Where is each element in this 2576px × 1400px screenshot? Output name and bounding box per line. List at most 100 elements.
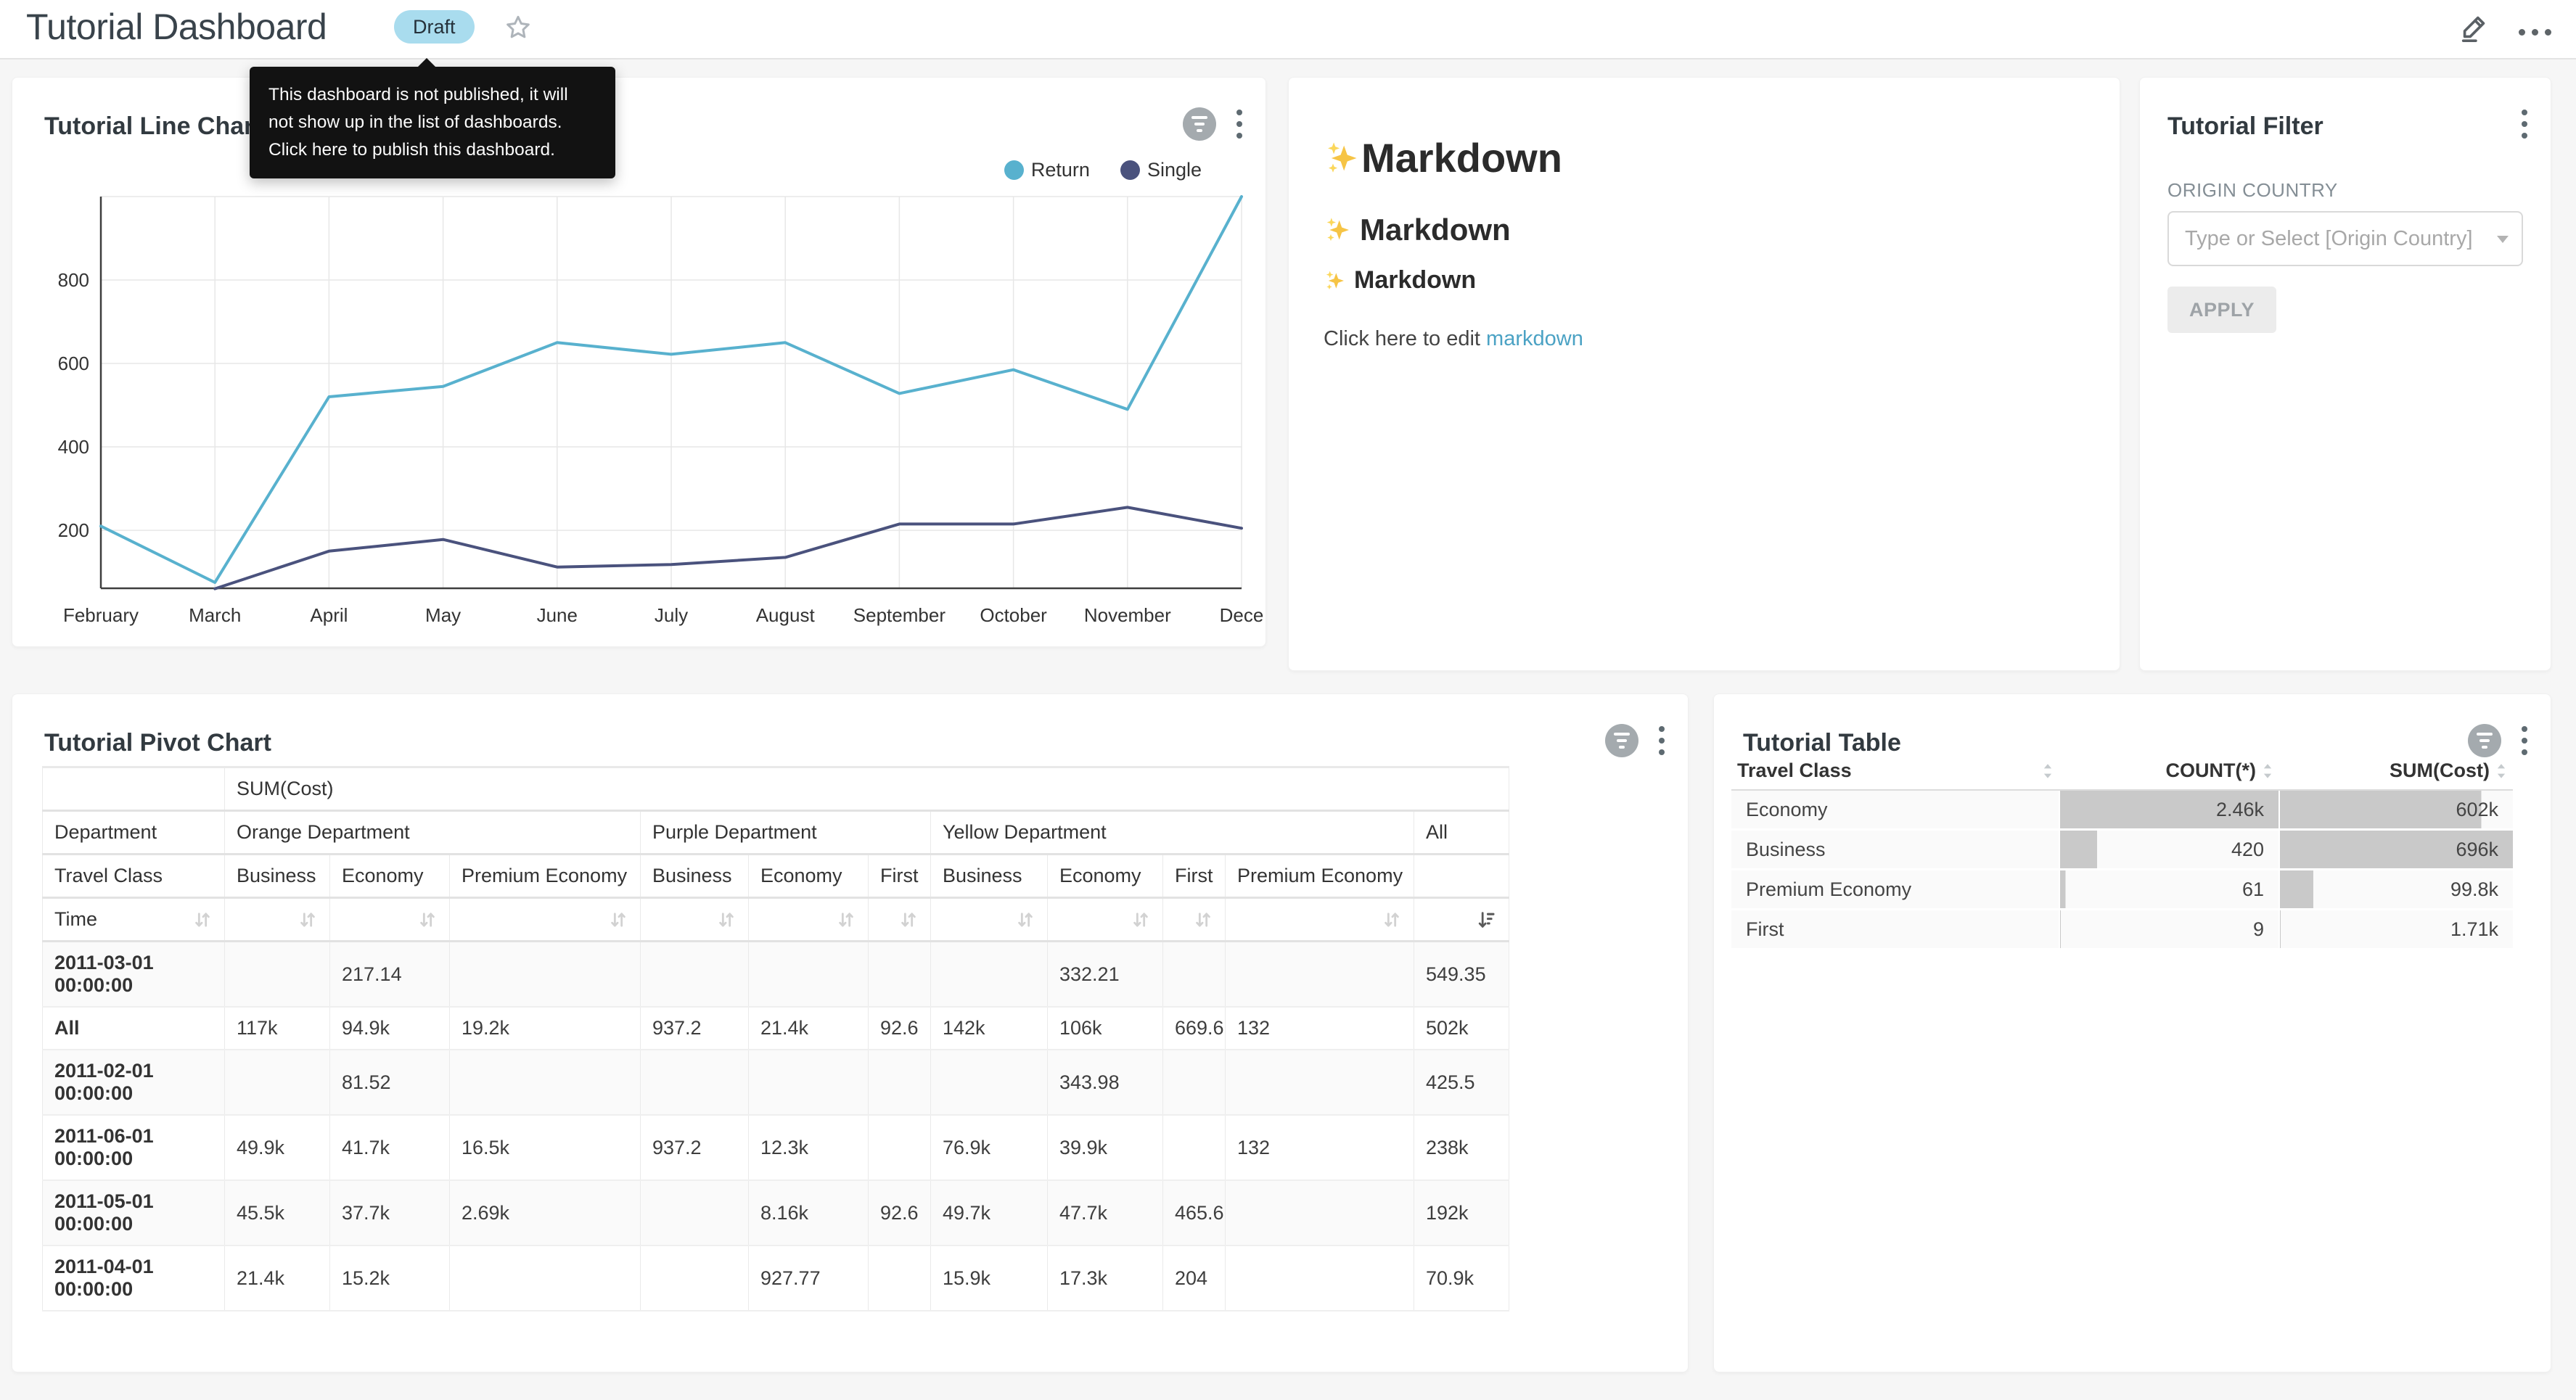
pivot-sort-header[interactable] [450, 898, 641, 942]
table-cell-sum: 602k [2279, 790, 2513, 830]
sort-caret-icon[interactable] [2495, 763, 2507, 779]
line-chart-panel: Tutorial Line Chart Return Single 200400… [12, 77, 1266, 647]
pivot-class-header[interactable]: Business [225, 855, 330, 898]
table-cell-count: 2.46k [2059, 790, 2279, 830]
pivot-sort-header[interactable] [1163, 898, 1226, 942]
pivot-class-header[interactable] [1414, 855, 1509, 898]
apply-button[interactable]: APPLY [2167, 287, 2276, 333]
pivot-class-header[interactable]: First [1163, 855, 1226, 898]
pivot-cell: 132 [1226, 1007, 1414, 1050]
pivot-class-header[interactable]: Economy [330, 855, 450, 898]
table-cell-travel-class: Business [1731, 830, 2059, 870]
pivot-class-header[interactable]: Premium Economy [450, 855, 641, 898]
tooltip-text: This dashboard is not published, it will… [268, 85, 568, 160]
pivot-class-header[interactable]: Business [931, 855, 1048, 898]
star-icon[interactable] [504, 13, 533, 42]
sort-icon[interactable] [1131, 910, 1151, 930]
pivot-sort-header[interactable] [931, 898, 1048, 942]
sort-icon[interactable] [1193, 910, 1213, 930]
markdown-panel: Markdown Markdown Markdown Click here to… [1288, 77, 2120, 671]
pivot-group-header[interactable]: All [1414, 811, 1509, 855]
pivot-cell [931, 1050, 1048, 1115]
pivot-cell: 669.6 [1163, 1007, 1226, 1050]
filter-indicator-icon[interactable] [1605, 724, 1638, 757]
pivot-group-header[interactable]: Orange Department [225, 811, 641, 855]
sort-icon[interactable] [1382, 910, 1402, 930]
pivot-row-label: 2011-02-01 00:00:00 [43, 1050, 225, 1115]
filter-indicator-icon[interactable] [2468, 724, 2501, 757]
sort-caret-icon[interactable] [2042, 763, 2054, 779]
sort-icon[interactable] [192, 910, 213, 930]
sort-icon[interactable] [298, 910, 318, 930]
pivot-cell: 238k [1414, 1115, 1509, 1180]
sort-icon[interactable] [417, 910, 438, 930]
pivot-class-header[interactable]: Premium Economy [1226, 855, 1414, 898]
pivot-cell [1226, 1245, 1414, 1311]
table-cell-sum: 1.71k [2279, 910, 2513, 950]
pivot-cell [749, 942, 869, 1008]
pivot-chart-panel: Tutorial Pivot Chart SUM(Cost)Department… [12, 693, 1689, 1372]
pivot-class-header[interactable]: Economy [749, 855, 869, 898]
sort-desc-icon[interactable] [1477, 910, 1497, 930]
pivot-sort-header[interactable] [641, 898, 749, 942]
pivot-cell [1226, 942, 1414, 1008]
kebab-menu-icon[interactable] [2517, 107, 2532, 141]
pivot-cell: 92.6 [869, 1180, 931, 1245]
table-header-sum[interactable]: SUM(Cost) [2279, 758, 2513, 790]
sparkles-icon [1324, 269, 1347, 292]
table-header-travel-class[interactable]: Travel Class [1731, 758, 2059, 790]
kebab-menu-icon[interactable] [2517, 723, 2532, 758]
pivot-group-header[interactable]: Yellow Department [931, 811, 1414, 855]
table-row: Business420696k [1731, 830, 2513, 870]
ellipsis-icon[interactable] [2519, 19, 2551, 36]
pivot-sort-header[interactable] [225, 898, 330, 942]
pivot-group-header[interactable]: Purple Department [641, 811, 931, 855]
pivot-cell: 2.69k [450, 1180, 641, 1245]
sort-caret-icon[interactable] [2262, 763, 2273, 779]
pivot-time-header[interactable]: Time [43, 898, 225, 942]
pivot-cell: 549.35 [1414, 942, 1509, 1008]
pivot-class-header[interactable]: Business [641, 855, 749, 898]
sort-icon[interactable] [836, 910, 856, 930]
pivot-row-label: All [43, 1007, 225, 1050]
panel-icons [2517, 107, 2532, 141]
sort-icon[interactable] [1015, 910, 1035, 930]
pivot-sort-header[interactable] [330, 898, 450, 942]
x-tick-label: Dece [1220, 604, 1264, 626]
pivot-cell [225, 1050, 330, 1115]
kebab-menu-icon[interactable] [1654, 723, 1669, 758]
pivot-class-header[interactable]: First [869, 855, 931, 898]
chevron-down-icon [2497, 236, 2509, 243]
pivot-cell [641, 1245, 749, 1311]
pivot-cell: 19.2k [450, 1007, 641, 1050]
table-row: Economy2.46k602k [1731, 790, 2513, 830]
pivot-corner-blank [43, 767, 225, 811]
origin-country-select[interactable]: Type or Select [Origin Country] [2167, 211, 2523, 266]
markdown-h3-text: Markdown [1354, 266, 1476, 295]
pivot-class-header[interactable]: Economy [1048, 855, 1163, 898]
tooltip-arrow [418, 58, 435, 67]
sort-icon[interactable] [898, 910, 919, 930]
draft-badge[interactable]: Draft [394, 10, 475, 44]
table-cell-travel-class: First [1731, 910, 2059, 950]
sort-icon[interactable] [608, 910, 628, 930]
line-chart[interactable]: 200400600800FebruaryMarchAprilMayJuneJul… [12, 78, 1266, 646]
markdown-link[interactable]: markdown [1486, 327, 1583, 350]
table-cell-count: 420 [2059, 830, 2279, 870]
pivot-sort-header-all[interactable] [1414, 898, 1509, 942]
sort-icon[interactable] [716, 910, 737, 930]
pivot-row: 2011-05-01 00:00:0045.5k37.7k2.69k8.16k9… [43, 1180, 1509, 1245]
series-single[interactable] [215, 507, 1242, 588]
publish-tooltip[interactable]: This dashboard is not published, it will… [250, 67, 615, 178]
pivot-sort-header[interactable] [1048, 898, 1163, 942]
pivot-cell [641, 942, 749, 1008]
pencil-icon[interactable] [2458, 10, 2491, 44]
x-tick-label: April [310, 604, 348, 626]
pivot-sort-header[interactable] [1226, 898, 1414, 942]
page-title: Tutorial Dashboard [26, 6, 327, 48]
pivot-cell: 502k [1414, 1007, 1509, 1050]
table-header-count[interactable]: COUNT(*) [2059, 758, 2279, 790]
pivot-row: 2011-06-01 00:00:0049.9k41.7k16.5k937.21… [43, 1115, 1509, 1180]
pivot-sort-header[interactable] [749, 898, 869, 942]
pivot-sort-header[interactable] [869, 898, 931, 942]
